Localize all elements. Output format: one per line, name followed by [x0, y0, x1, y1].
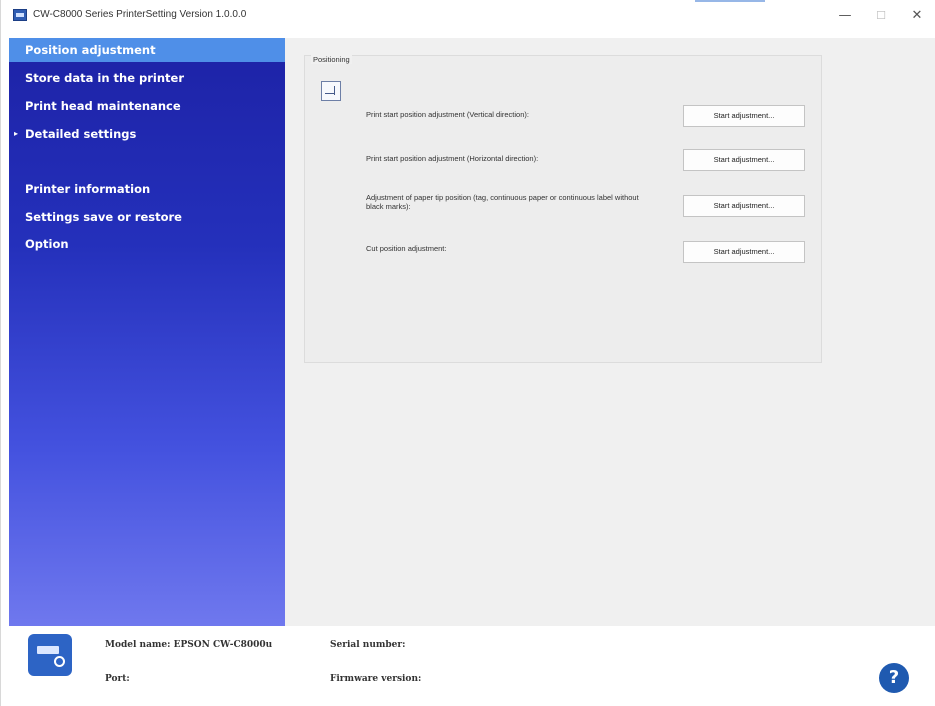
expand-arrow-icon: ▸	[14, 129, 19, 138]
paper-tip-position-label: Adjustment of paper tip position (tag, c…	[366, 193, 639, 211]
group-title: Positioning	[311, 55, 352, 64]
sidebar-item-label: Print head maintenance	[25, 99, 181, 113]
sidebar-item-label: Detailed settings	[25, 127, 137, 141]
paper-tip-start-adjustment-button[interactable]: Start adjustment...	[683, 195, 805, 217]
cut-position-label: Cut position adjustment:	[366, 244, 447, 253]
sidebar-item-option[interactable]: Option	[9, 232, 285, 256]
app-window: CW-C8000 Series PrinterSetting Version 1…	[0, 0, 935, 706]
port-label: Port:	[105, 674, 130, 684]
model-name-label: Model name: EPSON CW-C8000u	[105, 640, 273, 650]
close-button[interactable]: ✕	[899, 6, 935, 26]
sidebar-item-label: Store data in the printer	[25, 71, 185, 85]
title-accent-bar	[695, 0, 765, 2]
positioning-icon	[321, 81, 341, 101]
printer-app-icon	[13, 9, 27, 21]
sidebar-item-printer-information[interactable]: Printer information	[9, 177, 285, 201]
sidebar-item-label: Option	[25, 237, 69, 251]
sidebar-item-position-adjustment[interactable]: Position adjustment	[9, 38, 285, 62]
vertical-start-adjustment-button[interactable]: Start adjustment...	[683, 105, 805, 127]
sidebar-item-label: Settings save or restore	[25, 210, 182, 224]
main-content: Positioning Print start position adjustm…	[285, 38, 935, 626]
sidebar-item-settings-save-restore[interactable]: Settings save or restore	[9, 205, 285, 229]
horizontal-position-label: Print start position adjustment (Horizon…	[366, 154, 539, 163]
sidebar-item-detailed-settings[interactable]: ▸ Detailed settings	[9, 122, 285, 146]
help-button[interactable]: ?	[879, 663, 909, 693]
firmware-version-label: Firmware version:	[330, 674, 422, 684]
sidebar-item-label: Printer information	[25, 182, 151, 196]
title-bar: CW-C8000 Series PrinterSetting Version 1…	[1, 0, 935, 30]
cut-start-adjustment-button[interactable]: Start adjustment...	[683, 241, 805, 263]
printer-icon	[28, 634, 72, 676]
sidebar-item-store-data[interactable]: Store data in the printer	[9, 66, 285, 90]
serial-number-label: Serial number:	[330, 640, 406, 650]
positioning-group: Positioning Print start position adjustm…	[304, 55, 822, 363]
sidebar-item-print-head-maintenance[interactable]: Print head maintenance	[9, 94, 285, 118]
maximize-button[interactable]: ☐	[863, 6, 899, 26]
horizontal-start-adjustment-button[interactable]: Start adjustment...	[683, 149, 805, 171]
sidebar-nav: Position adjustment Store data in the pr…	[9, 38, 285, 626]
window-title: CW-C8000 Series PrinterSetting Version 1…	[33, 9, 247, 20]
sidebar-item-label: Position adjustment	[25, 43, 156, 57]
status-footer: Model name: EPSON CW-C8000u Port: Serial…	[1, 626, 935, 706]
vertical-position-label: Print start position adjustment (Vertica…	[366, 110, 529, 119]
minimize-button[interactable]: —	[827, 6, 863, 26]
